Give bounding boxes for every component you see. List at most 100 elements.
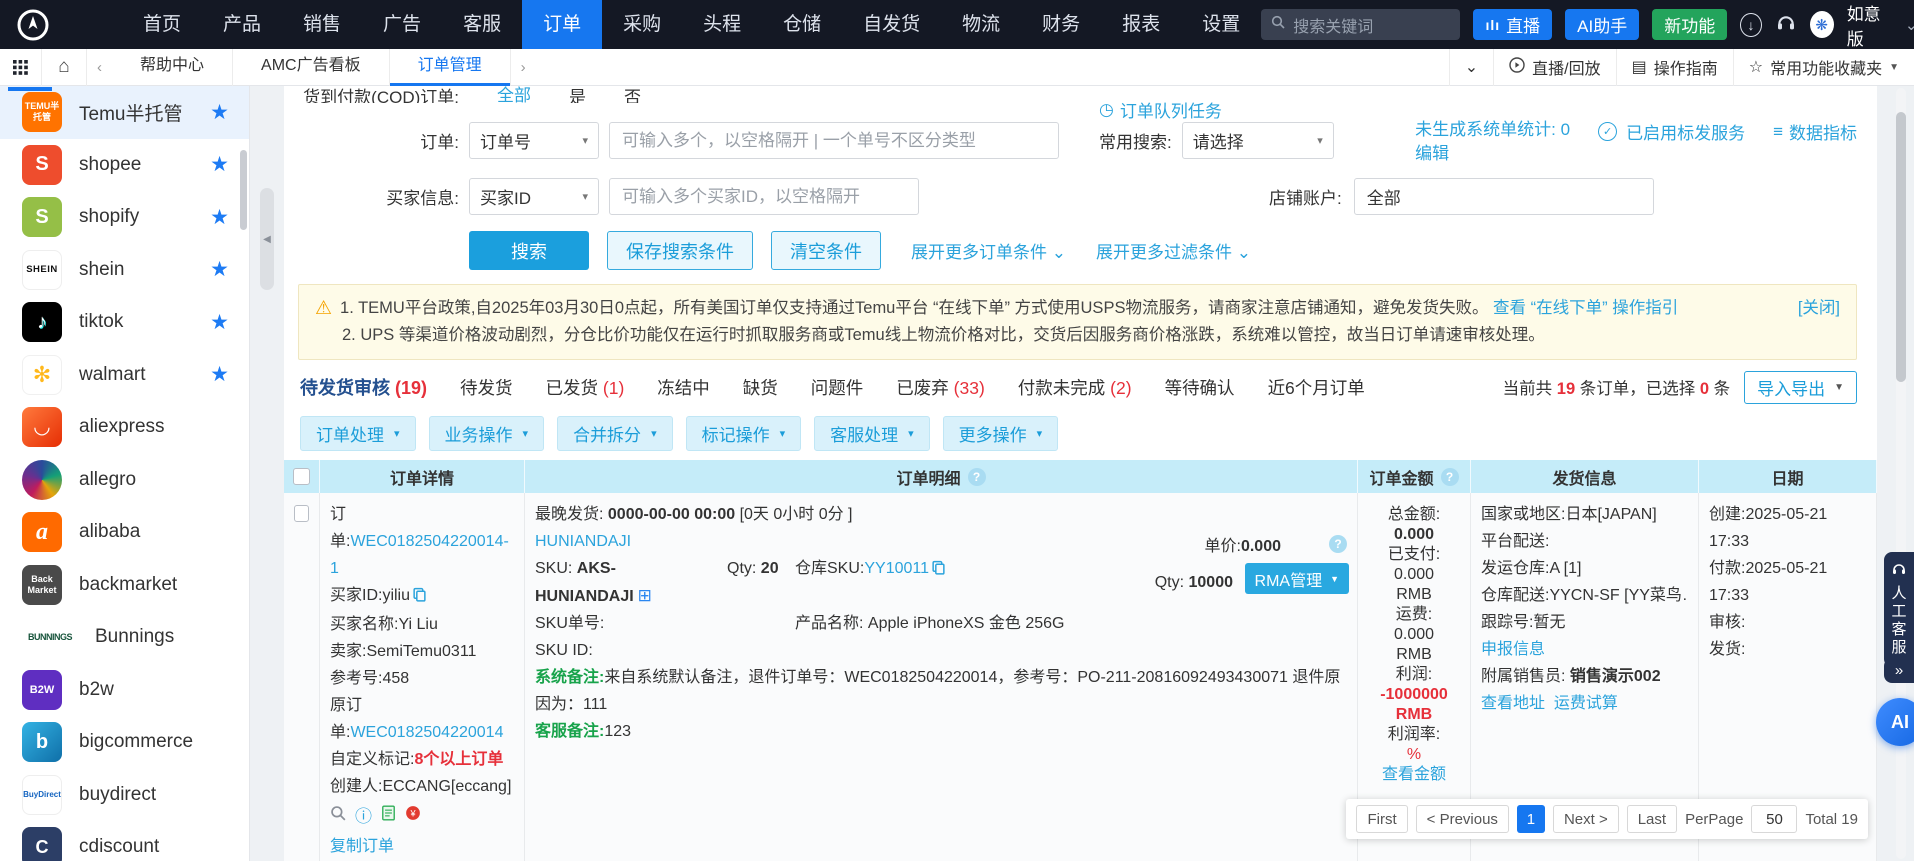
order-type-select[interactable]: 订单号▾ — [469, 122, 599, 159]
nav-warehouse[interactable]: 仓储 — [762, 0, 842, 49]
nav-reports[interactable]: 报表 — [1101, 0, 1181, 49]
warehouse-sku-link[interactable]: YY10011 — [864, 560, 929, 577]
sidebar-item-allegro[interactable]: allegro — [0, 454, 249, 507]
buyer-id-input[interactable] — [609, 178, 919, 215]
sidebar-item-b2w[interactable]: B2W b2w — [0, 664, 249, 717]
order-number-link[interactable]: WEC0182504220014-1 — [330, 533, 509, 577]
tab-help-center[interactable]: 帮助中心 — [112, 49, 233, 86]
first-page-button[interactable]: First — [1356, 805, 1407, 833]
live-button[interactable]: ılı 直播 — [1473, 9, 1552, 40]
original-order-link[interactable]: WEC0182504220014 — [350, 724, 503, 741]
freight-calc-link[interactable]: 运费试算 — [1554, 695, 1618, 712]
sku-grid-icon[interactable]: ⊞ — [638, 586, 652, 605]
tabs-dropdown[interactable]: ⌄ — [1449, 49, 1493, 86]
sidebar-item-shopify[interactable]: S shopify ★ — [0, 191, 249, 244]
online-order-guide-link[interactable]: 查看 “在线下单” 操作指引 — [1493, 299, 1678, 317]
nav-finance[interactable]: 财务 — [1021, 0, 1101, 49]
sidebar-item-aliexpress[interactable]: ◡ aliexpress — [0, 401, 249, 454]
common-search-select[interactable]: 请选择▾ — [1182, 122, 1334, 159]
nav-logistics[interactable]: 物流 — [941, 0, 1021, 49]
tab-awaiting-confirm[interactable]: 等待确认 — [1165, 375, 1235, 400]
nav-sales[interactable]: 销售 — [282, 0, 362, 49]
invoice-icon[interactable] — [381, 803, 396, 830]
nav-self-shipping[interactable]: 自发货 — [842, 0, 941, 49]
nav-purchase[interactable]: 采购 — [602, 0, 682, 49]
chevron-down-icon[interactable]: ⌄ — [1905, 16, 1914, 34]
select-all-checkbox[interactable] — [293, 468, 310, 485]
new-feature-button[interactable]: 新功能 — [1652, 9, 1727, 40]
scrollbar-thumb[interactable] — [1896, 112, 1906, 382]
tab-problem[interactable]: 问题件 — [811, 375, 864, 400]
more-order-conditions-link[interactable]: 展开更多订单条件 ⌄ — [911, 238, 1066, 263]
avatar[interactable]: ❋ — [1810, 11, 1834, 38]
merge-split-menu[interactable]: 合并拆分▾ — [557, 416, 673, 451]
mark-ops-menu[interactable]: 标记操作▾ — [686, 416, 802, 451]
tab-shipped[interactable]: 已发货 (1) — [546, 375, 625, 400]
operation-guide-link[interactable]: ▤ 操作指南 — [1616, 49, 1733, 86]
tab-pending-audit[interactable]: 待发货审核 (19) — [300, 374, 427, 400]
sidebar-item-walmart[interactable]: ✻ walmart ★ — [0, 349, 249, 402]
order-queue-task-link[interactable]: ◷ 订单队列任务 — [1099, 97, 1222, 122]
sidebar-item-alibaba[interactable]: a alibaba — [0, 506, 249, 559]
view-amount-link[interactable]: 查看金额 — [1368, 765, 1460, 785]
help-icon[interactable]: ? — [968, 468, 986, 486]
current-page-button[interactable]: 1 — [1517, 805, 1545, 833]
notice-close-link[interactable]: [关闭] — [1798, 295, 1840, 322]
sidebar-collapse-handle[interactable]: ◀ — [260, 188, 274, 290]
label-service-toggle[interactable]: ✓ 已启用标发服务 — [1598, 119, 1745, 144]
ai-assistant-button[interactable]: AI助手 — [1565, 9, 1639, 40]
prev-page-button[interactable]: < Previous — [1416, 805, 1509, 833]
money-icon[interactable]: ¥ — [405, 803, 421, 830]
edition-label[interactable]: 如意版 — [1847, 0, 1892, 50]
next-page-button[interactable]: Next > — [1553, 805, 1619, 833]
tab-last-6-months[interactable]: 近6个月订单 — [1268, 375, 1365, 400]
help-icon[interactable]: ? — [1441, 468, 1459, 486]
favorite-star-icon[interactable]: ★ — [210, 257, 229, 282]
ai-fab-button[interactable]: AI — [1876, 698, 1914, 746]
sidebar-item-temu[interactable]: TEMU半托管 Temu半托管 ★ — [0, 86, 249, 139]
tab-order-management[interactable]: 订单管理 — [390, 49, 511, 86]
live-replay-link[interactable]: 直播/回放 — [1493, 49, 1615, 86]
clear-conditions-button[interactable]: 清空条件 — [771, 231, 881, 270]
last-page-button[interactable]: Last — [1627, 805, 1677, 833]
favorite-star-icon[interactable]: ★ — [210, 100, 229, 125]
order-number-input[interactable] — [609, 122, 1059, 159]
widget-collapse-button[interactable]: » — [1884, 658, 1914, 683]
headset-icon[interactable] — [1775, 12, 1797, 37]
favorite-star-icon[interactable]: ★ — [210, 362, 229, 387]
copy-icon[interactable] — [412, 589, 427, 606]
store-account-input[interactable] — [1354, 178, 1654, 215]
nav-ads[interactable]: 广告 — [362, 0, 442, 49]
sidebar-item-backmarket[interactable]: Back Market backmarket — [0, 559, 249, 612]
sidebar-item-shein[interactable]: SHEIN shein ★ — [0, 244, 249, 297]
more-filter-conditions-link[interactable]: 展开更多过滤条件 ⌄ — [1096, 238, 1251, 263]
favorite-star-icon[interactable]: ★ — [210, 152, 229, 177]
sidebar-item-tiktok[interactable]: ♪ tiktok ★ — [0, 296, 249, 349]
nav-first-leg[interactable]: 头程 — [682, 0, 762, 49]
download-icon[interactable]: ↓ — [1740, 13, 1762, 37]
order-process-menu[interactable]: 订单处理▾ — [300, 416, 416, 451]
edit-link[interactable]: 编辑 — [1415, 143, 1570, 164]
perpage-input[interactable] — [1751, 805, 1797, 833]
rma-manage-button[interactable]: RMA管理▼ — [1245, 563, 1349, 594]
search-order-icon[interactable] — [330, 803, 346, 830]
data-metrics-link[interactable]: ≡ 数据指标 — [1773, 119, 1857, 144]
nav-product[interactable]: 产品 — [202, 0, 282, 49]
sidebar-scrollbar[interactable] — [240, 150, 247, 230]
sidebar-item-cdiscount[interactable]: C cdiscount — [0, 821, 249, 861]
sidebar-item-buydirect[interactable]: BuyDirect buydirect — [0, 769, 249, 822]
favorites-menu[interactable]: ☆ 常用功能收藏夹 ▼ — [1733, 49, 1914, 86]
help-icon[interactable]: ? — [1329, 535, 1347, 553]
tab-out-of-stock[interactable]: 缺货 — [743, 375, 778, 400]
favorite-star-icon[interactable]: ★ — [210, 310, 229, 335]
home-tab[interactable]: ⌂ — [41, 49, 87, 86]
save-search-button[interactable]: 保存搜索条件 — [607, 231, 753, 270]
sidebar-item-bunnings[interactable]: BUNNINGS Bunnings — [0, 611, 249, 664]
tab-discarded[interactable]: 已废弃 (33) — [896, 375, 985, 400]
tab-amc-dashboard[interactable]: AMC广告看板 — [233, 49, 390, 86]
global-search-box[interactable]: 搜索关键词 — [1261, 9, 1460, 40]
human-service-widget[interactable]: 人工客服 — [1884, 552, 1914, 667]
more-ops-menu[interactable]: 更多操作▾ — [943, 416, 1059, 451]
view-address-link[interactable]: 查看地址 — [1481, 695, 1545, 712]
tab-awaiting-shipment[interactable]: 待发货 — [460, 375, 513, 400]
